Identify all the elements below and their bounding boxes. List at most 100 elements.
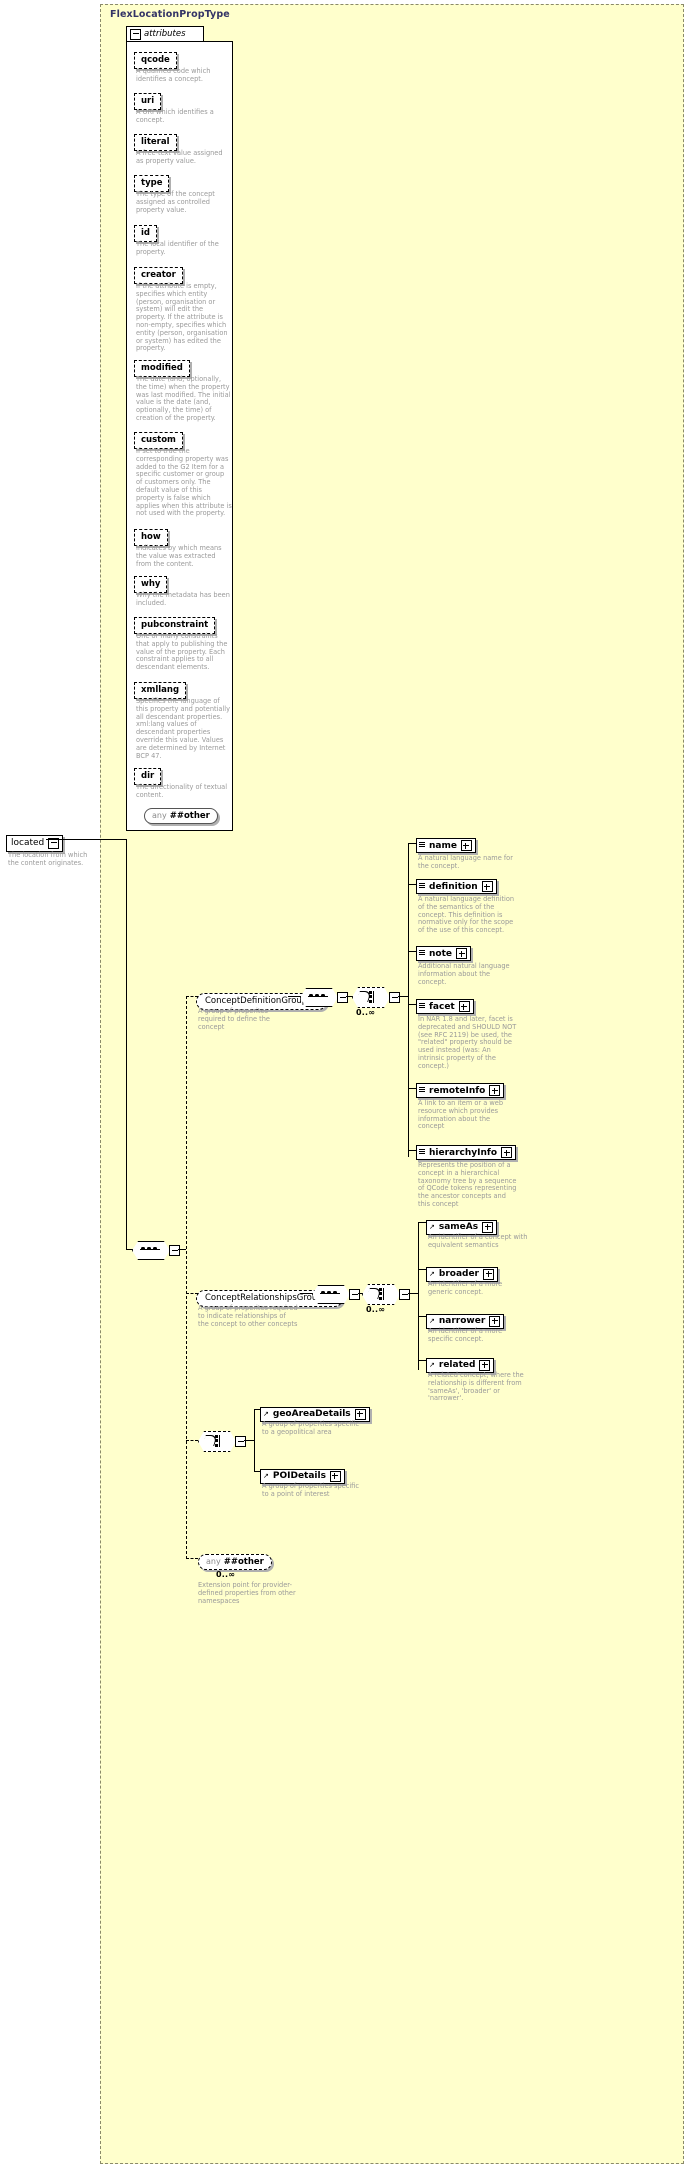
element-name: located	[11, 838, 45, 848]
element-label: broader	[438, 1269, 479, 1279]
connector-line	[418, 1222, 420, 1370]
attribute-literal[interactable]: literal	[134, 129, 177, 151]
attribute-qcode[interactable]: qcode	[134, 47, 177, 69]
collapse-icon[interactable]	[349, 1289, 360, 1300]
attribute-annotation: If set to true the corresponding propert…	[136, 447, 232, 518]
connector-line	[126, 839, 128, 1249]
element-annotation: In NAR 1.8 and later, facet is deprecate…	[418, 1015, 517, 1070]
expand-icon[interactable]	[481, 881, 493, 892]
element-name[interactable]: name	[416, 835, 476, 854]
element-poidetails[interactable]: ↗ POIDetails	[260, 1463, 345, 1484]
attribute-custom[interactable]: custom	[134, 427, 183, 449]
sequence-icon	[419, 882, 425, 891]
collapse-icon[interactable]	[235, 1436, 246, 1447]
element-definition[interactable]: definition	[416, 876, 497, 895]
attributes-label: attributes	[144, 29, 186, 39]
sequence-connector[interactable]	[132, 1241, 170, 1260]
expand-icon[interactable]	[479, 1359, 491, 1371]
group-name: ConceptDefinitionGroup	[205, 996, 308, 1006]
expand-icon[interactable]	[460, 840, 472, 851]
expand-icon[interactable]	[354, 1408, 366, 1420]
element-sameas[interactable]: ↗ sameAs	[426, 1214, 498, 1235]
attribute-why[interactable]: why	[134, 571, 168, 593]
connector-line	[244, 1440, 254, 1442]
collapse-icon[interactable]	[399, 1289, 410, 1300]
attribute-type[interactable]: type	[134, 170, 170, 192]
attribute-annotation: The local identifier of the property.	[136, 240, 219, 256]
element-annotation: An identifier of a concept with equivale…	[428, 1233, 528, 1249]
expand-icon[interactable]	[489, 1315, 501, 1327]
element-note[interactable]: note	[416, 943, 471, 962]
sequence-icon	[419, 1148, 425, 1157]
connector-line	[408, 843, 410, 1157]
connector-line	[398, 996, 408, 998]
cardinality-label: 0..∞	[216, 1570, 236, 1579]
element-label: related	[438, 1360, 476, 1370]
expand-icon[interactable]	[482, 1221, 494, 1233]
xsd-diagram: FlexLocationPropType attributes qcode A …	[0, 0, 686, 2170]
cardinality-label: 0..∞	[356, 1008, 376, 1017]
element-broader[interactable]: ↗ broader	[426, 1261, 498, 1282]
attribute-xmllang[interactable]: xmllang	[134, 677, 187, 699]
attribute-any-other[interactable]: any ##other	[144, 803, 218, 824]
sequence-connector[interactable]	[300, 988, 338, 1007]
element-annotation: The location from which the content orig…	[8, 851, 88, 867]
element-annotation: An identifier of a more specific concept…	[428, 1327, 503, 1343]
connector-line-dashed	[186, 996, 187, 1559]
element-label: facet	[429, 1001, 455, 1012]
choice-connector[interactable]	[352, 987, 390, 1008]
attribute-pubconstraint[interactable]: pubconstraint	[134, 612, 216, 634]
connector-line	[254, 1409, 256, 1471]
attribute-annotation: The date (and, optionally, the time) whe…	[136, 375, 231, 422]
expand-icon[interactable]	[483, 1268, 494, 1280]
element-label: name	[429, 840, 457, 851]
connector-line	[46, 839, 126, 841]
element-annotation: A group of properties specific to a geop…	[262, 1420, 359, 1436]
expand-icon[interactable]	[489, 1085, 501, 1096]
type-title: FlexLocationPropType	[110, 9, 230, 20]
attribute-annotation: Why the metadata has been included.	[136, 591, 230, 607]
attribute-how[interactable]: how	[134, 524, 168, 546]
attribute-annotation: A qualified code which identifies a conc…	[136, 67, 211, 83]
element-remoteinfo[interactable]: remoteInfo	[416, 1080, 505, 1099]
element-narrower[interactable]: ↗ narrower	[426, 1308, 505, 1329]
sequence-icon	[419, 841, 425, 850]
element-facet[interactable]: facet	[416, 996, 474, 1015]
attribute-dir[interactable]: dir	[134, 763, 162, 785]
attribute-uri[interactable]: uri	[134, 88, 162, 110]
expand-icon[interactable]	[329, 1470, 341, 1482]
attribute-annotation: Specifies the language of this property …	[136, 697, 231, 760]
element-located[interactable]: located	[6, 830, 64, 852]
element-label: narrower	[438, 1316, 486, 1326]
element-geoareadetails[interactable]: ↗ geoAreaDetails	[260, 1401, 370, 1422]
group-name: ConceptRelationshipsGroup	[205, 1293, 323, 1303]
collapse-icon[interactable]	[169, 1245, 180, 1256]
element-label: remoteInfo	[429, 1085, 486, 1096]
attribute-modified[interactable]: modified	[134, 355, 190, 377]
sequence-connector[interactable]	[312, 1285, 350, 1304]
element-annotation: A natural language name for the concept.	[418, 854, 513, 870]
choice-connector[interactable]	[362, 1284, 400, 1305]
element-hierarchyinfo[interactable]: hierarchyInfo	[416, 1142, 517, 1161]
element-annotation: Additional natural language information …	[418, 962, 510, 986]
element-label: geoAreaDetails	[272, 1409, 351, 1419]
expand-icon[interactable]	[501, 1147, 513, 1158]
element-label: sameAs	[438, 1222, 479, 1232]
expand-icon[interactable]	[456, 948, 467, 959]
extension-any-other[interactable]: any ##other	[198, 1549, 272, 1570]
attribute-id[interactable]: id	[134, 220, 157, 242]
expand-icon[interactable]	[458, 1001, 470, 1012]
collapse-icon[interactable]	[389, 992, 400, 1003]
choice-connector-details[interactable]	[198, 1431, 236, 1452]
element-label: POIDetails	[272, 1471, 326, 1481]
attribute-creator[interactable]: creator	[134, 262, 183, 284]
attributes-header[interactable]: attributes	[126, 26, 204, 42]
group-annotation: A group of properites required to define…	[198, 1007, 270, 1031]
collapse-icon[interactable]	[337, 992, 348, 1003]
element-related[interactable]: ↗ related	[426, 1352, 495, 1373]
attribute-annotation: The type of the concept assigned as cont…	[136, 190, 215, 214]
any-prefix: any	[152, 811, 167, 820]
collapse-icon[interactable]	[130, 28, 141, 40]
connector-line-dashed	[186, 1440, 198, 1441]
element-annotation: A link to an item or a web resource whic…	[418, 1099, 504, 1131]
